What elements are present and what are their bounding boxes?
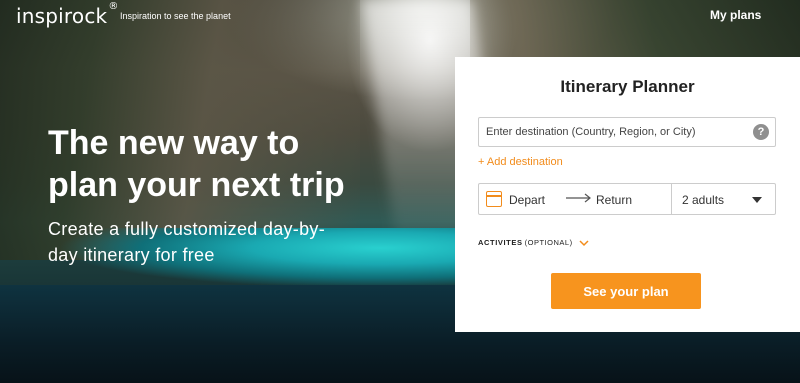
my-plans-link[interactable]: My plans <box>710 8 761 22</box>
logo-text: inspirock <box>16 4 108 28</box>
add-destination-link[interactable]: + Add destination <box>478 156 563 168</box>
activities-toggle[interactable]: ACTIVITES (OPTIONAL) <box>478 238 589 247</box>
help-icon[interactable]: ? <box>753 124 769 140</box>
see-your-plan-button[interactable]: See your plan <box>551 273 701 309</box>
logo[interactable]: inspirock® <box>16 1 119 28</box>
dates-travelers-field: Depart Return 2 adults <box>478 183 776 215</box>
activities-label: ACTIVITES <box>478 238 523 247</box>
itinerary-planner-panel: Itinerary Planner ? + Add destination De… <box>455 57 800 332</box>
hero-subtitle: Create a fully customized day-by-day iti… <box>48 219 326 265</box>
calendar-icon <box>486 191 502 207</box>
site-header: inspirock® Inspiration to see the planet… <box>0 0 800 32</box>
depart-label: Depart <box>509 193 546 207</box>
planner-title: Itinerary Planner <box>560 77 695 96</box>
travelers-value: 2 adults <box>682 193 725 207</box>
chevron-down-icon <box>579 239 589 246</box>
travelers-select[interactable]: 2 adults <box>672 184 775 214</box>
registered-mark: ® <box>108 1 119 13</box>
hero-title: The new way to plan your next trip <box>48 124 345 204</box>
tagline: Inspiration to see the planet <box>120 11 231 21</box>
activities-optional: (OPTIONAL) <box>524 238 573 247</box>
arrow-right-icon <box>566 193 591 203</box>
destination-input[interactable] <box>478 117 776 147</box>
caret-down-icon <box>752 197 762 203</box>
return-label: Return <box>596 193 633 207</box>
date-range-picker[interactable]: Depart Return <box>479 184 671 214</box>
